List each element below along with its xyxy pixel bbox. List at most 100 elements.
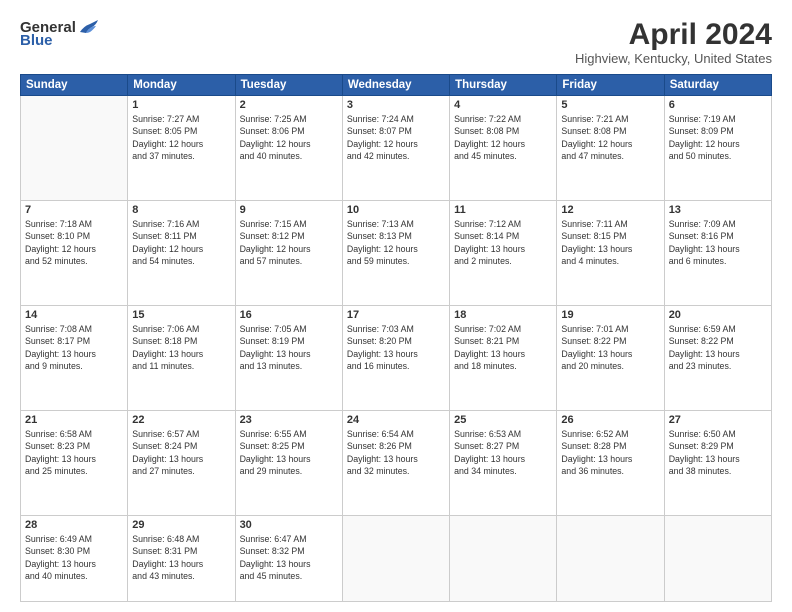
day-number: 5 [561,99,659,111]
day-info: Sunrise: 6:47 AM Sunset: 8:32 PM Dayligh… [240,533,338,582]
day-number: 7 [25,204,123,216]
day-number: 22 [132,414,230,426]
table-row [664,516,771,602]
col-thursday: Thursday [450,75,557,96]
day-info: Sunrise: 6:49 AM Sunset: 8:30 PM Dayligh… [25,533,123,582]
table-row: 19 Sunrise: 7:01 AM Sunset: 8:22 PM Dayli… [557,306,664,411]
day-info: Sunrise: 6:59 AM Sunset: 8:22 PM Dayligh… [669,323,767,372]
col-friday: Friday [557,75,664,96]
logo: General Blue [20,18,100,49]
table-row: 15 Sunrise: 7:06 AM Sunset: 8:18 PM Dayli… [128,306,235,411]
day-number: 26 [561,414,659,426]
calendar-row: 28 Sunrise: 6:49 AM Sunset: 8:30 PM Dayli… [21,516,772,602]
table-row: 18 Sunrise: 7:02 AM Sunset: 8:21 PM Dayli… [450,306,557,411]
day-number: 21 [25,414,123,426]
day-number: 23 [240,414,338,426]
calendar-row: 7Sunrise: 7:18 AM Sunset: 8:10 PM Daylig… [21,201,772,306]
table-row: 5 Sunrise: 7:21 AM Sunset: 8:08 PM Daylig… [557,96,664,201]
day-info: Sunrise: 6:57 AM Sunset: 8:24 PM Dayligh… [132,428,230,477]
table-row: 30Sunrise: 6:47 AM Sunset: 8:32 PM Dayli… [235,516,342,602]
table-row: 9Sunrise: 7:15 AM Sunset: 8:12 PM Daylig… [235,201,342,306]
col-saturday: Saturday [664,75,771,96]
table-row: 22 Sunrise: 6:57 AM Sunset: 8:24 PM Dayli… [128,411,235,516]
calendar-header-row: Sunday Monday Tuesday Wednesday Thursday… [21,75,772,96]
col-wednesday: Wednesday [342,75,449,96]
header: General Blue April 2024 Highview, Kentuc… [20,18,772,66]
day-number: 17 [347,309,445,321]
table-row: 13 Sunrise: 7:09 AM Sunset: 8:16 PM Dayli… [664,201,771,306]
day-number: 10 [347,204,445,216]
table-row: 7Sunrise: 7:18 AM Sunset: 8:10 PM Daylig… [21,201,128,306]
day-info: Sunrise: 6:54 AM Sunset: 8:26 PM Dayligh… [347,428,445,477]
table-row: 8 Sunrise: 7:16 AM Sunset: 8:11 PM Daylig… [128,201,235,306]
logo-bird-icon [78,18,100,36]
day-info: Sunrise: 7:13 AM Sunset: 8:13 PM Dayligh… [347,218,445,267]
day-number: 15 [132,309,230,321]
table-row: 21 Sunrise: 6:58 AM Sunset: 8:23 PM Dayli… [21,411,128,516]
day-info: Sunrise: 7:25 AM Sunset: 8:06 PM Dayligh… [240,113,338,162]
day-number: 24 [347,414,445,426]
day-info: Sunrise: 6:53 AM Sunset: 8:27 PM Dayligh… [454,428,552,477]
day-info: Sunrise: 7:03 AM Sunset: 8:20 PM Dayligh… [347,323,445,372]
day-number: 20 [669,309,767,321]
table-row: 29Sunrise: 6:48 AM Sunset: 8:31 PM Dayli… [128,516,235,602]
table-row: 12 Sunrise: 7:11 AM Sunset: 8:15 PM Dayli… [557,201,664,306]
day-info: Sunrise: 7:21 AM Sunset: 8:08 PM Dayligh… [561,113,659,162]
day-number: 8 [132,204,230,216]
day-number: 13 [669,204,767,216]
day-info: Sunrise: 7:09 AM Sunset: 8:16 PM Dayligh… [669,218,767,267]
day-number: 6 [669,99,767,111]
day-info: Sunrise: 7:19 AM Sunset: 8:09 PM Dayligh… [669,113,767,162]
table-row: 10 Sunrise: 7:13 AM Sunset: 8:13 PM Dayli… [342,201,449,306]
day-info: Sunrise: 7:16 AM Sunset: 8:11 PM Dayligh… [132,218,230,267]
table-row: 24 Sunrise: 6:54 AM Sunset: 8:26 PM Dayli… [342,411,449,516]
day-number: 28 [25,519,123,531]
day-number: 25 [454,414,552,426]
calendar-page: General Blue April 2024 Highview, Kentuc… [0,0,792,612]
table-row: 28 Sunrise: 6:49 AM Sunset: 8:30 PM Dayli… [21,516,128,602]
day-info: Sunrise: 7:02 AM Sunset: 8:21 PM Dayligh… [454,323,552,372]
day-info: Sunrise: 6:55 AM Sunset: 8:25 PM Dayligh… [240,428,338,477]
day-number: 12 [561,204,659,216]
col-sunday: Sunday [21,75,128,96]
day-info: Sunrise: 6:50 AM Sunset: 8:29 PM Dayligh… [669,428,767,477]
table-row: 27Sunrise: 6:50 AM Sunset: 8:29 PM Dayli… [664,411,771,516]
table-row: 11 Sunrise: 7:12 AM Sunset: 8:14 PM Dayli… [450,201,557,306]
table-row: 17 Sunrise: 7:03 AM Sunset: 8:20 PM Dayli… [342,306,449,411]
table-row: 2Sunrise: 7:25 AM Sunset: 8:06 PM Daylig… [235,96,342,201]
table-row [342,516,449,602]
table-row [557,516,664,602]
day-number: 4 [454,99,552,111]
table-row: 14 Sunrise: 7:08 AM Sunset: 8:17 PM Dayli… [21,306,128,411]
day-number: 14 [25,309,123,321]
calendar-row: 14 Sunrise: 7:08 AM Sunset: 8:17 PM Dayli… [21,306,772,411]
title-block: April 2024 Highview, Kentucky, United St… [575,18,772,66]
day-number: 11 [454,204,552,216]
day-info: Sunrise: 7:11 AM Sunset: 8:15 PM Dayligh… [561,218,659,267]
table-row: 23 Sunrise: 6:55 AM Sunset: 8:25 PM Dayli… [235,411,342,516]
location-subtitle: Highview, Kentucky, United States [575,51,772,66]
day-number: 29 [132,519,230,531]
day-number: 19 [561,309,659,321]
day-info: Sunrise: 7:08 AM Sunset: 8:17 PM Dayligh… [25,323,123,372]
table-row [21,96,128,201]
table-row: 6 Sunrise: 7:19 AM Sunset: 8:09 PM Daylig… [664,96,771,201]
col-tuesday: Tuesday [235,75,342,96]
day-info: Sunrise: 7:06 AM Sunset: 8:18 PM Dayligh… [132,323,230,372]
day-number: 1 [132,99,230,111]
table-row: 3Sunrise: 7:24 AM Sunset: 8:07 PM Daylig… [342,96,449,201]
day-number: 16 [240,309,338,321]
table-row: 20 Sunrise: 6:59 AM Sunset: 8:22 PM Dayli… [664,306,771,411]
day-info: Sunrise: 7:01 AM Sunset: 8:22 PM Dayligh… [561,323,659,372]
calendar-table: Sunday Monday Tuesday Wednesday Thursday… [20,74,772,602]
calendar-row: 21 Sunrise: 6:58 AM Sunset: 8:23 PM Dayli… [21,411,772,516]
day-info: Sunrise: 7:22 AM Sunset: 8:08 PM Dayligh… [454,113,552,162]
table-row: 4 Sunrise: 7:22 AM Sunset: 8:08 PM Daylig… [450,96,557,201]
month-year-title: April 2024 [575,18,772,51]
day-number: 18 [454,309,552,321]
table-row: 25 Sunrise: 6:53 AM Sunset: 8:27 PM Dayli… [450,411,557,516]
day-info: Sunrise: 7:12 AM Sunset: 8:14 PM Dayligh… [454,218,552,267]
table-row: 26Sunrise: 6:52 AM Sunset: 8:28 PM Dayli… [557,411,664,516]
day-info: Sunrise: 6:58 AM Sunset: 8:23 PM Dayligh… [25,428,123,477]
day-info: Sunrise: 7:15 AM Sunset: 8:12 PM Dayligh… [240,218,338,267]
